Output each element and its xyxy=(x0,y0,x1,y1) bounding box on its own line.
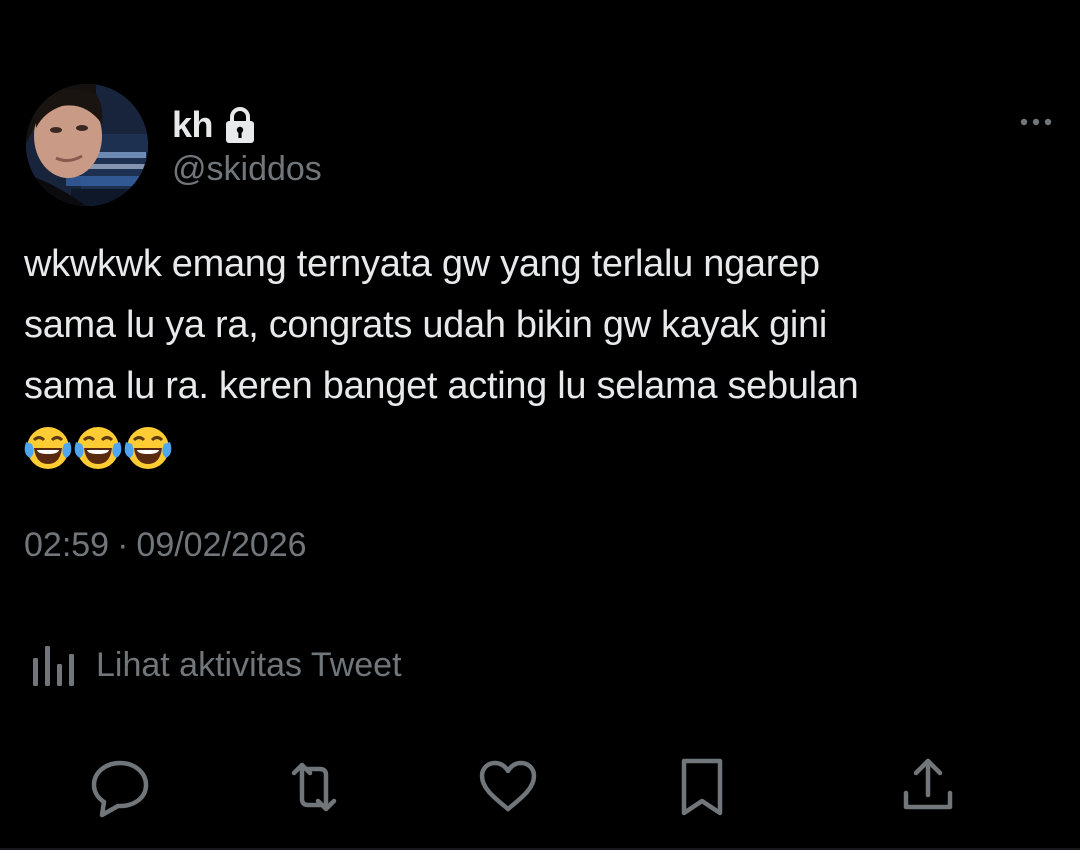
bookmark-icon[interactable] xyxy=(670,755,734,819)
tweet-text: wkwkwk emang ternyata gw yang terlalu ng… xyxy=(24,234,1044,478)
heart-icon[interactable] xyxy=(476,755,540,819)
user-handle[interactable]: @skiddos xyxy=(172,150,322,189)
retweet-icon[interactable] xyxy=(282,755,346,819)
analytics-icon xyxy=(30,640,78,691)
tears-of-joy-emoji xyxy=(124,424,172,472)
tweet-action-bar xyxy=(0,755,1080,819)
tweet-text-line: sama lu ya ra, congrats udah bikin gw ka… xyxy=(24,304,828,346)
lock-icon xyxy=(223,106,257,144)
display-name[interactable]: kh xyxy=(172,104,214,146)
name-row: kh xyxy=(172,100,257,150)
emoji-row xyxy=(24,417,1044,478)
timestamp-separator: · xyxy=(117,526,129,564)
more-options-icon[interactable] xyxy=(1018,112,1058,132)
view-tweet-activity-link[interactable]: Lihat aktivitas Tweet xyxy=(30,640,402,691)
tweet-date: 09/02/2026 xyxy=(136,526,307,564)
tears-of-joy-emoji xyxy=(74,424,122,472)
tweet-detail: kh @skiddos wkwkwk emang ternyata gw yan… xyxy=(0,0,1080,850)
reply-icon[interactable] xyxy=(88,755,152,819)
tweet-text-line: wkwkwk emang ternyata gw yang terlalu ng… xyxy=(24,243,820,285)
tweet-time: 02:59 xyxy=(24,526,110,564)
tweet-timestamp[interactable]: 02:59 · 09/02/2026 xyxy=(24,526,307,565)
avatar[interactable] xyxy=(26,84,148,206)
share-icon[interactable] xyxy=(896,755,960,819)
activity-label: Lihat aktivitas Tweet xyxy=(96,646,402,684)
tears-of-joy-emoji xyxy=(24,424,72,472)
avatar-photo xyxy=(26,84,148,206)
tweet-text-line: sama lu ra. keren banget acting lu selam… xyxy=(24,365,859,407)
